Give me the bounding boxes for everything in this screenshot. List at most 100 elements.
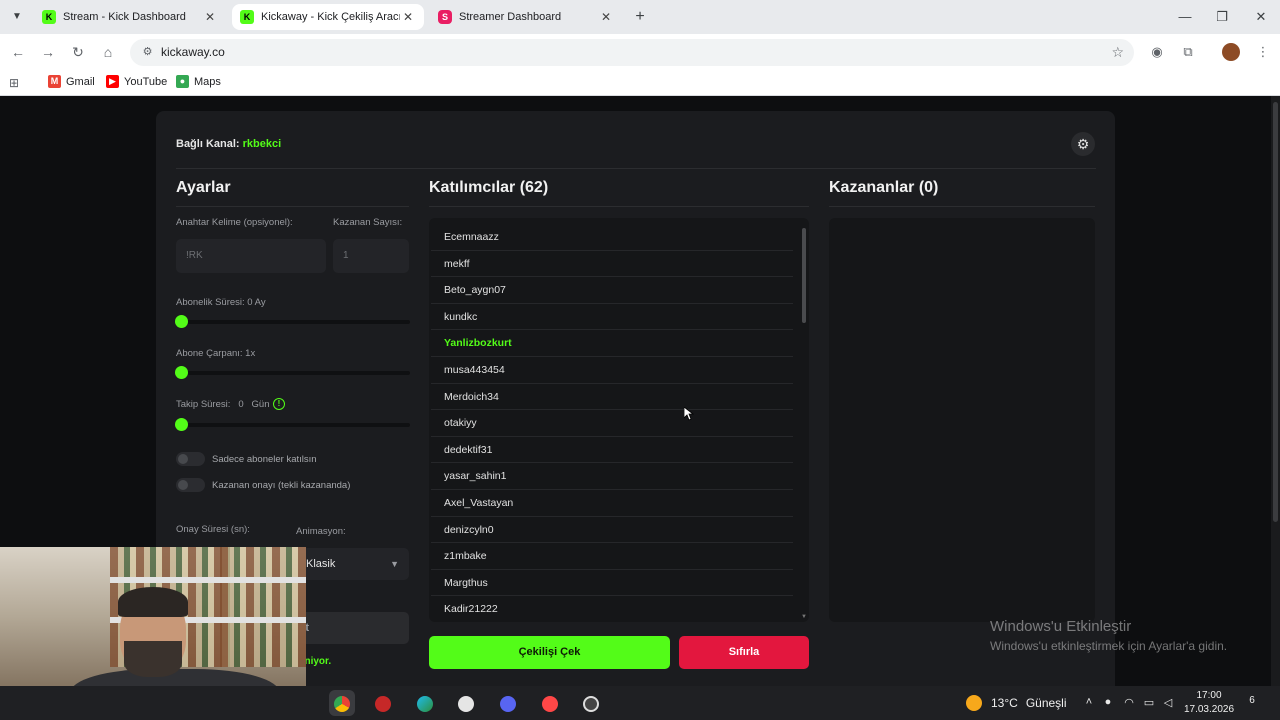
tab-search-chevron-icon[interactable]: ▼ xyxy=(8,9,26,25)
connected-channel: Bağlı Kanal: rkbekci xyxy=(176,138,281,150)
keyword-input[interactable]: !RK xyxy=(176,239,326,273)
bookmark-gmail[interactable]: M Gmail xyxy=(48,75,95,88)
scrollbar-thumb[interactable] xyxy=(1273,102,1278,522)
wifi-icon[interactable]: ◠ xyxy=(1122,696,1136,709)
window-close-icon[interactable]: ✕ xyxy=(1244,6,1278,28)
maximize-icon[interactable]: ❐ xyxy=(1205,6,1239,28)
participant-row[interactable]: denizcyln0 xyxy=(431,517,793,544)
extension-shield-icon[interactable]: ◉ xyxy=(1148,43,1166,61)
winner-count-label: Kazanan Sayısı: xyxy=(333,217,403,228)
subs-only-label: Sadece aboneler katılsın xyxy=(212,454,317,465)
sub-multiplier-slider[interactable] xyxy=(175,366,410,379)
slider-knob[interactable] xyxy=(175,418,188,431)
site-settings-icon[interactable]: ⚙ xyxy=(140,45,155,60)
divider xyxy=(176,206,409,207)
extensions-puzzle-icon[interactable]: ⧉ xyxy=(1179,43,1197,61)
close-icon[interactable]: ✕ xyxy=(598,10,614,24)
animation-label: Animasyon: xyxy=(296,526,346,537)
bookmark-star-icon[interactable]: ☆ xyxy=(1111,44,1124,61)
edge-icon[interactable] xyxy=(412,690,438,716)
address-url: kickaway.co xyxy=(161,45,225,59)
clock-time: 17:00 xyxy=(1196,690,1222,701)
keyword-label: Anahtar Kelime (opsiyonel): xyxy=(176,217,293,228)
chrome-icon[interactable] xyxy=(329,690,355,716)
participant-row[interactable]: otakiyy xyxy=(431,410,793,437)
settings-gear-icon[interactable]: ⚙ xyxy=(1071,132,1095,156)
back-arrow-icon[interactable]: ← xyxy=(8,42,28,62)
close-icon[interactable]: ✕ xyxy=(202,10,218,24)
follow-duration-slider[interactable] xyxy=(175,418,410,431)
tab-title: Kickaway - Kick Çekiliş Aracı xyxy=(261,11,400,23)
reset-button[interactable]: Sıfırla xyxy=(679,636,809,669)
info-icon[interactable]: ! xyxy=(273,398,285,410)
tab-stream-kick-dashboard[interactable]: K Stream - Kick Dashboard ✕ xyxy=(34,4,226,30)
maps-pin-icon: ● xyxy=(176,75,189,88)
tab-streamer-dashboard[interactable]: S Streamer Dashboard ✕ xyxy=(430,4,622,30)
slider-knob[interactable] xyxy=(175,366,188,379)
close-icon[interactable]: ✕ xyxy=(400,10,416,24)
subs-only-toggle[interactable] xyxy=(176,452,205,466)
browser-menu-icon[interactable]: ⋮ xyxy=(1254,43,1272,61)
sub-duration-slider[interactable] xyxy=(175,315,410,328)
participant-row[interactable]: z1mbake xyxy=(431,543,793,570)
participant-row[interactable]: Yanlizbozkurt xyxy=(431,330,793,357)
participant-row[interactable]: yasar_sahin1 xyxy=(431,463,793,490)
activation-watermark-text: Windows'u etkinleştirmek için Ayarlar'a … xyxy=(990,639,1228,653)
winner-confirm-label: Kazanan onayı (tekli kazananda) xyxy=(212,480,351,491)
address-bar[interactable]: ⚙ kickaway.co ☆ xyxy=(130,39,1134,66)
winner-confirm-toggle[interactable] xyxy=(176,478,205,492)
participant-row[interactable]: Beto_aygn07 xyxy=(431,277,793,304)
kick-favicon-icon: K xyxy=(42,10,56,24)
settings-title: Ayarlar xyxy=(176,179,231,196)
tray-chevron-up-icon[interactable]: ˄ xyxy=(1082,696,1096,708)
winner-count-input[interactable]: 1 xyxy=(333,239,409,273)
follow-label-text: Takip Süresi: xyxy=(176,399,231,410)
participant-row[interactable]: dedektif31 xyxy=(431,437,793,464)
scroll-down-arrow-icon[interactable]: ▼ xyxy=(801,614,807,620)
new-tab-plus-icon[interactable]: + xyxy=(630,7,650,27)
participant-row[interactable]: Merdoich34 xyxy=(431,384,793,411)
participant-row[interactable]: kundkc xyxy=(431,304,793,331)
scrollbar[interactable] xyxy=(802,228,806,323)
speaker-icon[interactable]: ◁ xyxy=(1161,696,1175,709)
participants-list[interactable]: Kadir21222 Margthus z1mbake denizcyln0 Axel_… xyxy=(429,218,809,622)
participant-row[interactable]: Ecemnaazz xyxy=(431,224,793,251)
bookmarks-bar: ⊞ M Gmail ▶ YouTube ● Maps xyxy=(0,70,1280,96)
sub-multiplier-label: Abone Çarpanı: 1x xyxy=(176,348,256,359)
speedometer-icon[interactable] xyxy=(578,690,604,716)
minimize-icon[interactable]: — xyxy=(1168,6,1202,28)
profile-avatar[interactable] xyxy=(1222,43,1240,61)
discord-icon[interactable] xyxy=(495,690,521,716)
page-scrollbar[interactable] xyxy=(1271,96,1280,686)
ea-icon[interactable] xyxy=(537,690,563,716)
animation-select[interactable]: Klasik ▼ xyxy=(296,548,409,580)
draw-button[interactable]: Çekilişi Çek xyxy=(429,636,670,669)
participant-row[interactable]: Axel_Vastayan xyxy=(431,490,793,517)
apps-grid-icon[interactable]: ⊞ xyxy=(9,76,23,90)
divider xyxy=(176,168,1096,169)
follow-duration-label: Takip Süresi: 0 Gün xyxy=(176,399,270,410)
bookmark-maps[interactable]: ● Maps xyxy=(176,75,221,88)
sub-duration-label: Abonelik Süresi: 0 Ay xyxy=(176,297,266,308)
tab-kickaway[interactable]: K Kickaway - Kick Çekiliş Aracı ✕ xyxy=(232,4,424,30)
battery-icon[interactable]: ▭ xyxy=(1142,696,1156,709)
participant-row[interactable]: Margthus xyxy=(431,570,793,597)
participant-row[interactable]: musa443454 xyxy=(431,357,793,384)
microphone-icon[interactable]: ● xyxy=(1101,696,1115,708)
obs-icon[interactable] xyxy=(453,690,479,716)
sun-icon xyxy=(966,695,982,711)
slider-knob[interactable] xyxy=(175,315,188,328)
bookmark-youtube[interactable]: ▶ YouTube xyxy=(106,75,167,88)
reload-icon[interactable]: ↻ xyxy=(68,42,88,62)
weather-widget[interactable]: 13°C Güneşli xyxy=(966,695,1067,711)
participant-row[interactable]: Kadir21222 xyxy=(431,596,793,622)
tab-title: Stream - Kick Dashboard xyxy=(63,11,186,23)
home-icon[interactable]: ⌂ xyxy=(98,42,118,62)
app-shield-icon[interactable] xyxy=(370,690,396,716)
forward-arrow-icon[interactable]: → xyxy=(38,42,58,62)
follow-value: 0 xyxy=(238,399,244,410)
participant-row[interactable]: mekff xyxy=(431,251,793,278)
system-clock[interactable]: 17:00 17.03.2026 xyxy=(1182,689,1236,717)
notifications-icon[interactable]: 6 xyxy=(1244,695,1260,711)
bookmark-label: Gmail xyxy=(66,75,95,88)
